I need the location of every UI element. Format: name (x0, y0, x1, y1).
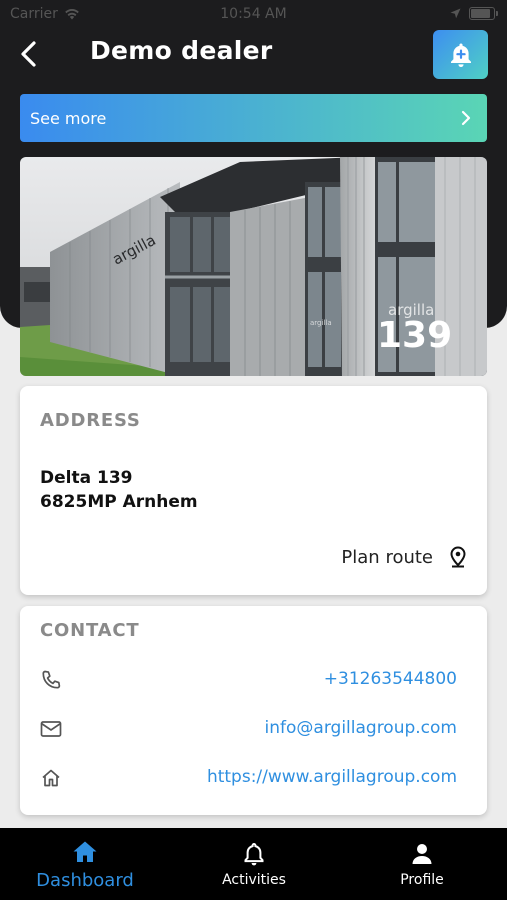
phone-icon (42, 670, 61, 689)
address-line-2: 6825MP Arnhem (40, 492, 198, 512)
status-time: 10:54 AM (220, 6, 287, 22)
address-line-1: Delta 139 (40, 468, 133, 488)
address-lines: Delta 139 6825MP Arnhem (40, 466, 198, 514)
plan-route-button[interactable]: Plan route (341, 546, 467, 568)
bell-icon (244, 842, 264, 866)
address-heading: ADDRESS (40, 410, 141, 431)
person-icon (412, 844, 432, 864)
see-more-label: See more (30, 108, 107, 128)
tab-activities-label: Activities (222, 872, 286, 888)
tab-profile-label: Profile (400, 872, 444, 888)
mail-icon (40, 721, 62, 737)
plan-route-label: Plan route (341, 546, 433, 568)
svg-text:argilla: argilla (310, 319, 332, 327)
contact-row-phone[interactable]: +31263544800 (20, 661, 487, 697)
tab-dashboard-label: Dashboard (36, 870, 134, 891)
contact-row-website[interactable]: https://www.argillagroup.com (20, 759, 487, 795)
tab-profile[interactable]: Profile (372, 828, 472, 900)
chevron-right-icon (461, 110, 471, 126)
phone-link[interactable]: +31263544800 (324, 669, 457, 689)
bell-plus-icon (450, 43, 471, 67)
home-icon (73, 841, 97, 862)
map-pin-icon (450, 546, 466, 568)
battery-level (471, 9, 490, 18)
see-more-banner[interactable]: See more (20, 94, 487, 142)
tab-dashboard[interactable]: Dashboard (30, 828, 140, 900)
address-card: ADDRESS Delta 139 6825MP Arnhem Plan rou… (20, 386, 487, 595)
email-link[interactable]: info@argillagroup.com (265, 718, 457, 738)
chevron-left-icon (21, 41, 36, 67)
tab-activities[interactable]: Activities (204, 828, 304, 900)
website-link[interactable]: https://www.argillagroup.com (207, 767, 457, 787)
home-outline-icon (42, 769, 60, 787)
page-title: Demo dealer (90, 36, 273, 65)
add-notification-button[interactable] (433, 30, 488, 79)
photo-building-number: 139 (377, 315, 452, 356)
battery-icon (469, 7, 498, 20)
back-button[interactable] (14, 38, 46, 70)
contact-row-email[interactable]: info@argillagroup.com (20, 710, 487, 746)
dealer-photo: argilla argilla argilla 139 (20, 157, 487, 376)
status-bar: Carrier 10:54 AM (0, 0, 507, 30)
building-image: argilla argilla argilla 139 (20, 157, 487, 376)
tab-bar: Dashboard Activities Profile (0, 828, 507, 900)
contact-heading: CONTACT (40, 620, 140, 641)
contact-card: CONTACT +31263544800 info@argillagroup.c… (20, 606, 487, 815)
location-arrow-icon (450, 8, 461, 19)
